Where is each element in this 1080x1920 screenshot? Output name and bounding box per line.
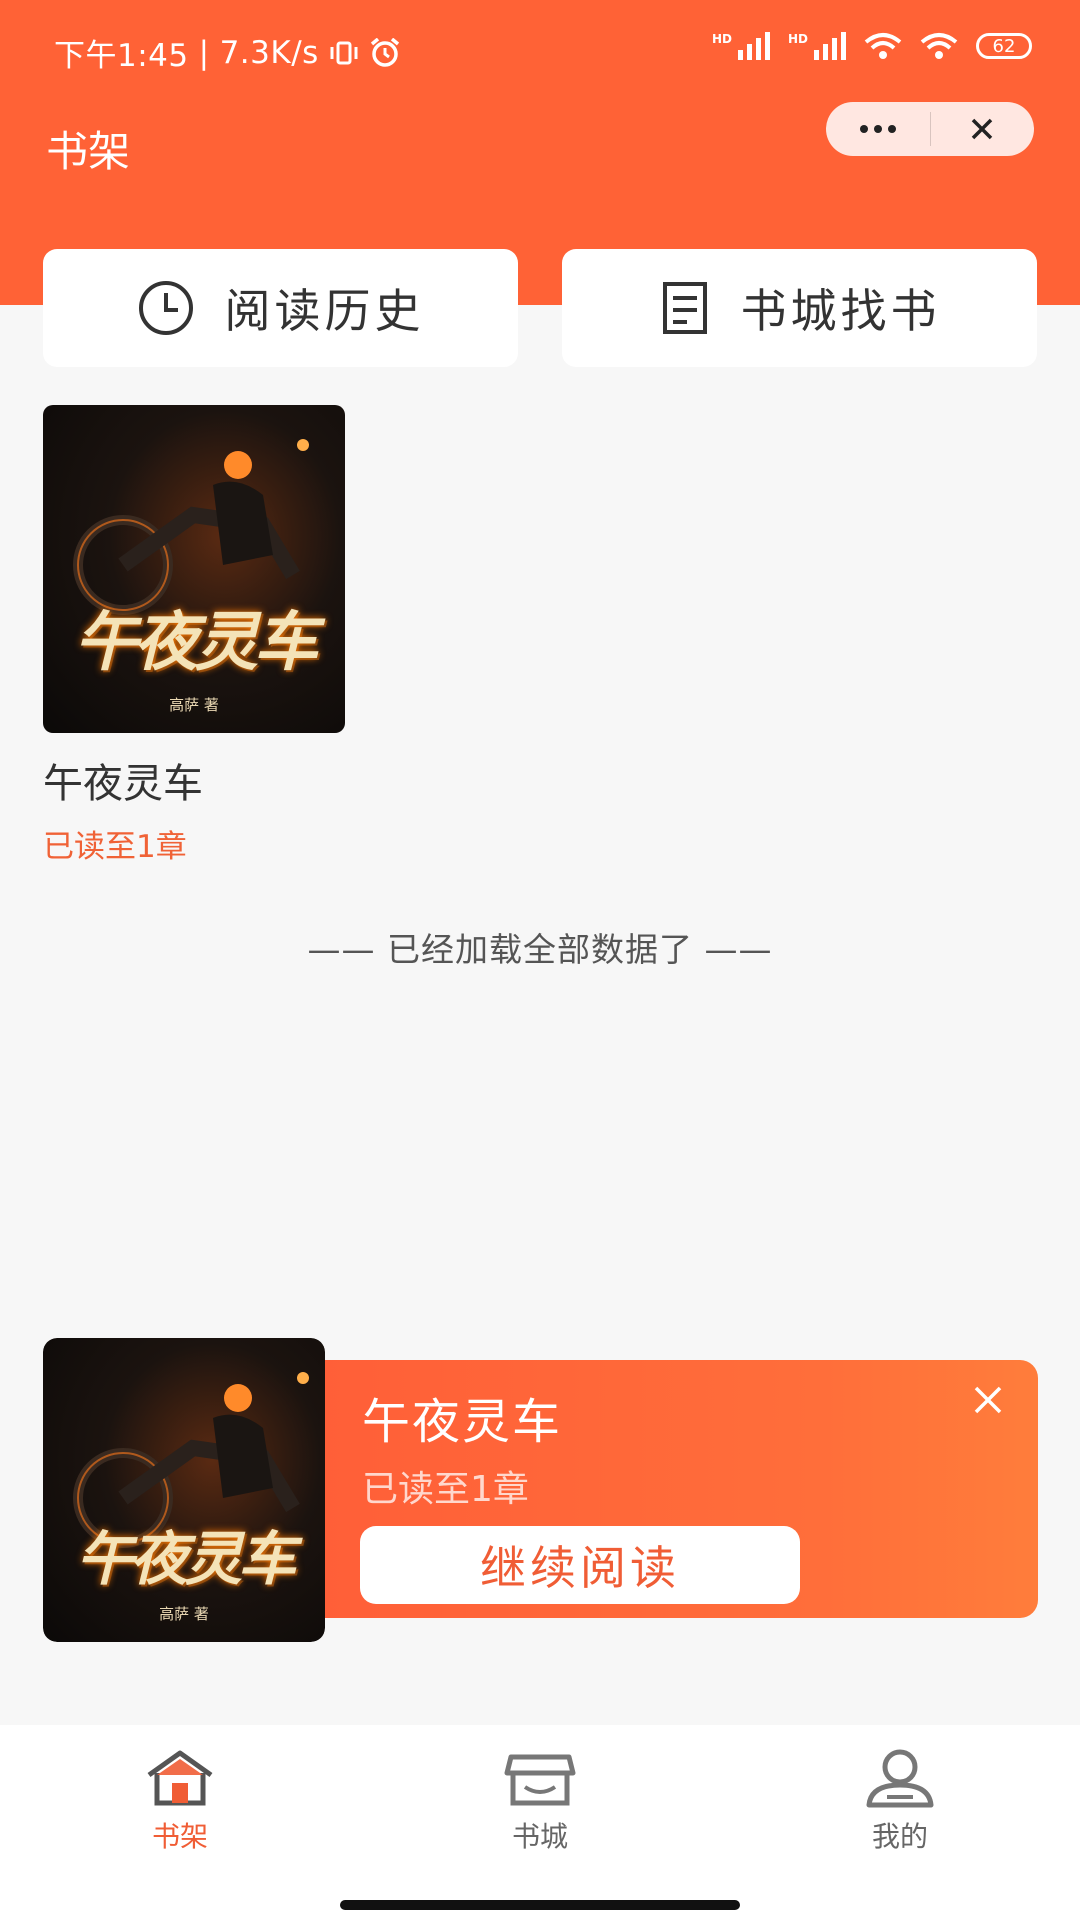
tab-bookshelf-label: 书架: [151, 1820, 208, 1853]
bookshelf-item[interactable]: 午夜灵车 高萨 著 午夜灵车 已读至1章: [43, 405, 345, 866]
book-title: 午夜灵车: [43, 761, 203, 807]
reading-history-label: 阅读历史: [224, 284, 425, 338]
continue-reading-panel[interactable]: 午夜灵车 已读至1章 继续阅读: [322, 1360, 1038, 1618]
close-button[interactable]: [931, 102, 1035, 156]
signal-icon-1: HD: [712, 32, 770, 60]
document-icon: [662, 282, 707, 334]
miniprogram-capsule: [826, 102, 1034, 156]
page-title: 书架: [46, 127, 131, 176]
continue-book-cover[interactable]: 午夜灵车 高萨 著: [43, 1338, 325, 1642]
battery-icon: 62: [976, 33, 1032, 59]
cover-title: 午夜灵车: [75, 1525, 296, 1593]
tab-bookstore-label: 书城: [511, 1820, 568, 1853]
book-cover: 午夜灵车 高萨 著: [43, 405, 345, 733]
home-icon: [147, 1750, 213, 1806]
tab-bar: 书架 书城 我的: [0, 1725, 1080, 1920]
continue-book-title: 午夜灵车: [362, 1394, 563, 1450]
more-button[interactable]: [826, 102, 930, 156]
cover-author: 高萨 著: [159, 1605, 209, 1623]
status-right: HD HD 62: [712, 32, 1032, 60]
user-icon: [866, 1749, 934, 1808]
status-net-speed: 7.3K/s: [219, 34, 319, 71]
book-cover: 午夜灵车 高萨 著: [43, 1338, 325, 1642]
find-books-button[interactable]: 书城找书: [562, 249, 1037, 367]
close-icon: [972, 118, 993, 140]
status-divider: |: [198, 34, 210, 71]
book-progress: 已读至1章: [43, 829, 187, 865]
vibrate-icon: [330, 41, 358, 64]
close-icon[interactable]: [966, 1378, 1010, 1422]
status-left: 下午1:45 | 7.3K/s: [54, 30, 401, 75]
find-books-label: 书城找书: [740, 284, 941, 338]
clock-icon: [138, 281, 193, 335]
wifi-icon: [864, 33, 902, 59]
home-indicator: [340, 1900, 740, 1910]
tab-mine-label: 我的: [871, 1820, 928, 1853]
alarm-icon: [370, 37, 399, 67]
tab-bookshelf[interactable]: 书架: [80, 1747, 280, 1855]
continue-book-progress: 已读至1章: [362, 1469, 529, 1510]
cover-title: 午夜灵车: [74, 605, 318, 680]
cover-author: 高萨 著: [169, 696, 219, 714]
status-bar: 下午1:45 | 7.3K/s HD HD 62: [0, 0, 1080, 100]
store-icon: [504, 1754, 576, 1806]
continue-reading-button[interactable]: 继续阅读: [360, 1526, 800, 1604]
status-time: 下午1:45: [54, 38, 189, 74]
load-complete-message: —— 已经加载全部数据了 ——: [307, 930, 773, 969]
reading-history-button[interactable]: 阅读历史: [43, 249, 518, 367]
more-icon: [859, 125, 896, 133]
signal-icon-2: HD: [788, 32, 846, 60]
tab-bookstore[interactable]: 书城: [440, 1747, 640, 1855]
tab-mine[interactable]: 我的: [800, 1747, 1000, 1855]
wifi-icon-2: [920, 33, 958, 59]
